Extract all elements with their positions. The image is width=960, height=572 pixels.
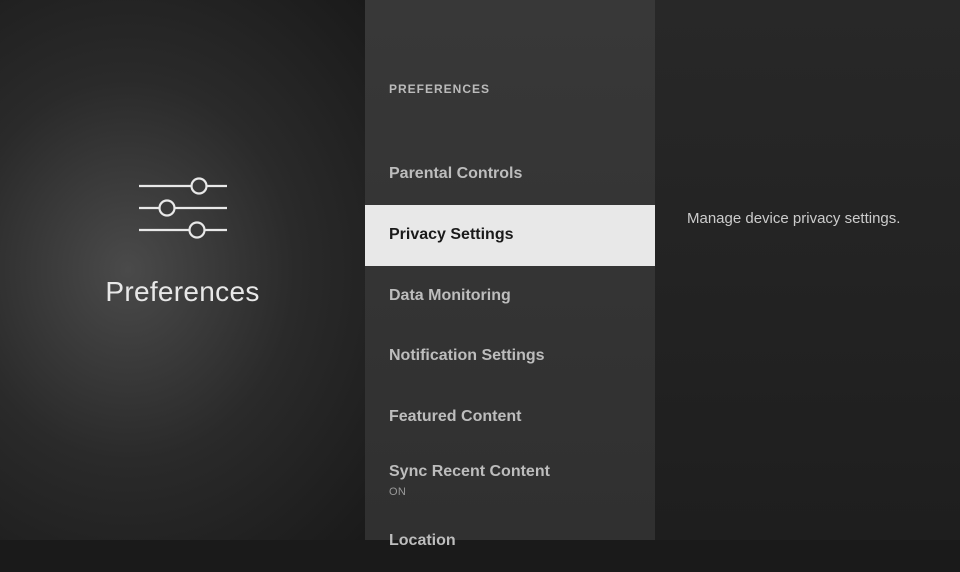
menu-item-notification-settings[interactable]: Notification Settings xyxy=(365,326,655,387)
menu-list: Parental Controls Privacy Settings Data … xyxy=(365,144,655,572)
menu-item-label: Data Monitoring xyxy=(389,287,511,304)
menu-item-featured-content[interactable]: Featured Content xyxy=(365,387,655,448)
menu-item-label: Notification Settings xyxy=(389,347,545,364)
description-panel: Manage device privacy settings. xyxy=(655,0,960,540)
item-description: Manage device privacy settings. xyxy=(687,208,928,229)
menu-item-sync-recent-content[interactable]: Sync Recent Content ON xyxy=(365,448,655,511)
menu-item-location[interactable]: Location xyxy=(365,511,655,572)
menu-item-label: Parental Controls xyxy=(389,165,522,182)
menu-item-label: Sync Recent Content xyxy=(389,463,550,480)
sliders-icon xyxy=(133,173,233,248)
menu-item-privacy-settings[interactable]: Privacy Settings xyxy=(365,205,655,266)
menu-item-data-monitoring[interactable]: Data Monitoring xyxy=(365,266,655,327)
left-panel-title: Preferences xyxy=(105,276,259,308)
menu-item-label: Featured Content xyxy=(389,408,521,425)
menu-panel: PREFERENCES Parental Controls Privacy Se… xyxy=(365,0,655,540)
menu-item-label: Location xyxy=(389,532,456,549)
left-info-panel: Preferences xyxy=(0,0,365,540)
menu-item-sublabel: ON xyxy=(389,485,631,499)
menu-item-label: Privacy Settings xyxy=(389,226,514,243)
section-header: PREFERENCES xyxy=(365,0,655,96)
menu-item-parental-controls[interactable]: Parental Controls xyxy=(365,144,655,205)
